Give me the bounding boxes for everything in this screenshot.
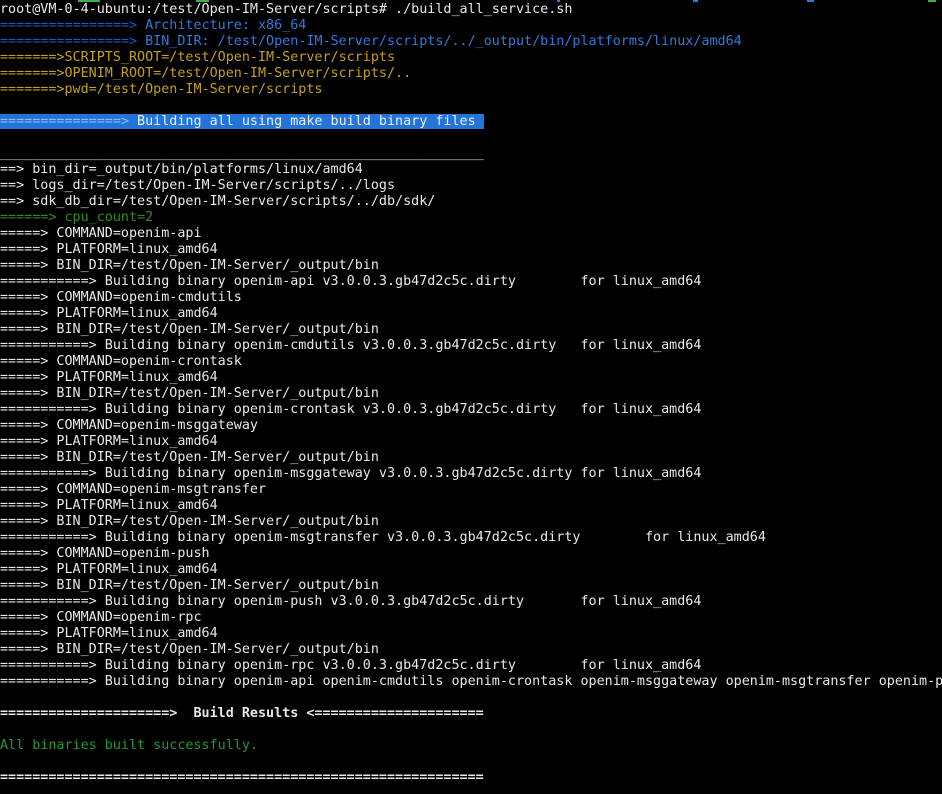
terminal-line: =====> BIN_DIR=/test/Open-IM-Server/_out… (0, 642, 942, 658)
terminal-line: =====> PLATFORM=linux_amd64 (0, 242, 942, 258)
terminal-line: =====> PLATFORM=linux_amd64 (0, 370, 942, 386)
terminal-line: All binaries built successfully. (0, 738, 942, 754)
terminal-line: =====> PLATFORM=linux_amd64 (0, 306, 942, 322)
terminal-line: ===========> Building binary openim-api … (0, 674, 942, 690)
terminal-line (0, 690, 942, 706)
terminal-line: =====> BIN_DIR=/test/Open-IM-Server/_out… (0, 386, 942, 402)
terminal-output: root@VM-0-4-ubuntu:/test/Open-IM-Server/… (0, 2, 942, 786)
terminal-line: =======>SCRIPTS_ROOT=/test/Open-IM-Serve… (0, 50, 942, 66)
terminal-line: =====> BIN_DIR=/test/Open-IM-Server/_out… (0, 322, 942, 338)
terminal-line (0, 130, 942, 146)
terminal-line: =====> COMMAND=openim-crontask (0, 354, 942, 370)
terminal-line: =====> PLATFORM=linux_amd64 (0, 562, 942, 578)
terminal-line: =====> BIN_DIR=/test/Open-IM-Server/_out… (0, 450, 942, 466)
terminal-line: ===========> Building binary openim-cmdu… (0, 338, 942, 354)
terminal-line: =======>pwd=/test/Open-IM-Server/scripts (0, 82, 942, 98)
terminal-line: =====> COMMAND=openim-push (0, 546, 942, 562)
terminal-line: =======>OPENIM_ROOT=/test/Open-IM-Server… (0, 66, 942, 82)
terminal-line: ===============> Building all using make… (0, 114, 942, 130)
terminal-line: ================> Architecture: x86_64 (0, 18, 942, 34)
terminal-line: ===========> Building binary openim-cron… (0, 402, 942, 418)
prompt-line: root@VM-0-4-ubuntu:/test/Open-IM-Server/… (0, 2, 942, 18)
terminal-line: =====> COMMAND=openim-msgtransfer (0, 482, 942, 498)
terminal-line: ===========> Building binary openim-push… (0, 594, 942, 610)
terminal-line: ===========> Building binary openim-msgg… (0, 466, 942, 482)
terminal-line: =====================> Build Results <==… (0, 706, 942, 722)
terminal-line: =====> COMMAND=openim-cmdutils (0, 290, 942, 306)
terminal-line: ________________________________________… (0, 146, 942, 162)
terminal-line: ==> bin_dir=_output/bin/platforms/linux/… (0, 162, 942, 178)
terminal-line: =====> BIN_DIR=/test/Open-IM-Server/_out… (0, 514, 942, 530)
terminal-line (0, 754, 942, 770)
terminal-line: ================> BIN_DIR: /test/Open-IM… (0, 34, 942, 50)
terminal-line: ========================================… (0, 770, 942, 786)
terminal-line: =====> COMMAND=openim-api (0, 226, 942, 242)
terminal-line: ===========> Building binary openim-msgt… (0, 530, 942, 546)
terminal-line: =====> PLATFORM=linux_amd64 (0, 434, 942, 450)
terminal-line: =====> COMMAND=openim-rpc (0, 610, 942, 626)
terminal-line (0, 98, 942, 114)
terminal-line: ===========> Building binary openim-rpc … (0, 658, 942, 674)
terminal-line: ===========> Building binary openim-api … (0, 274, 942, 290)
selected-text: ===============> Building all using make… (0, 114, 484, 129)
terminal-line (0, 722, 942, 738)
terminal-line: =====> COMMAND=openim-msggateway (0, 418, 942, 434)
terminal-line: ==> sdk_db_dir=/test/Open-IM-Server/scri… (0, 194, 942, 210)
terminal-window[interactable]: root@VM-0-4-ubuntu:/test/Open-IM-Server/… (0, 0, 942, 794)
terminal-line: =====> BIN_DIR=/test/Open-IM-Server/_out… (0, 258, 942, 274)
terminal-line: =====> PLATFORM=linux_amd64 (0, 626, 942, 642)
terminal-line: =====> PLATFORM=linux_amd64 (0, 498, 942, 514)
terminal-line: ======> cpu_count=2 (0, 210, 942, 226)
terminal-line: ==> logs_dir=/test/Open-IM-Server/script… (0, 178, 942, 194)
terminal-line: =====> BIN_DIR=/test/Open-IM-Server/_out… (0, 578, 942, 594)
